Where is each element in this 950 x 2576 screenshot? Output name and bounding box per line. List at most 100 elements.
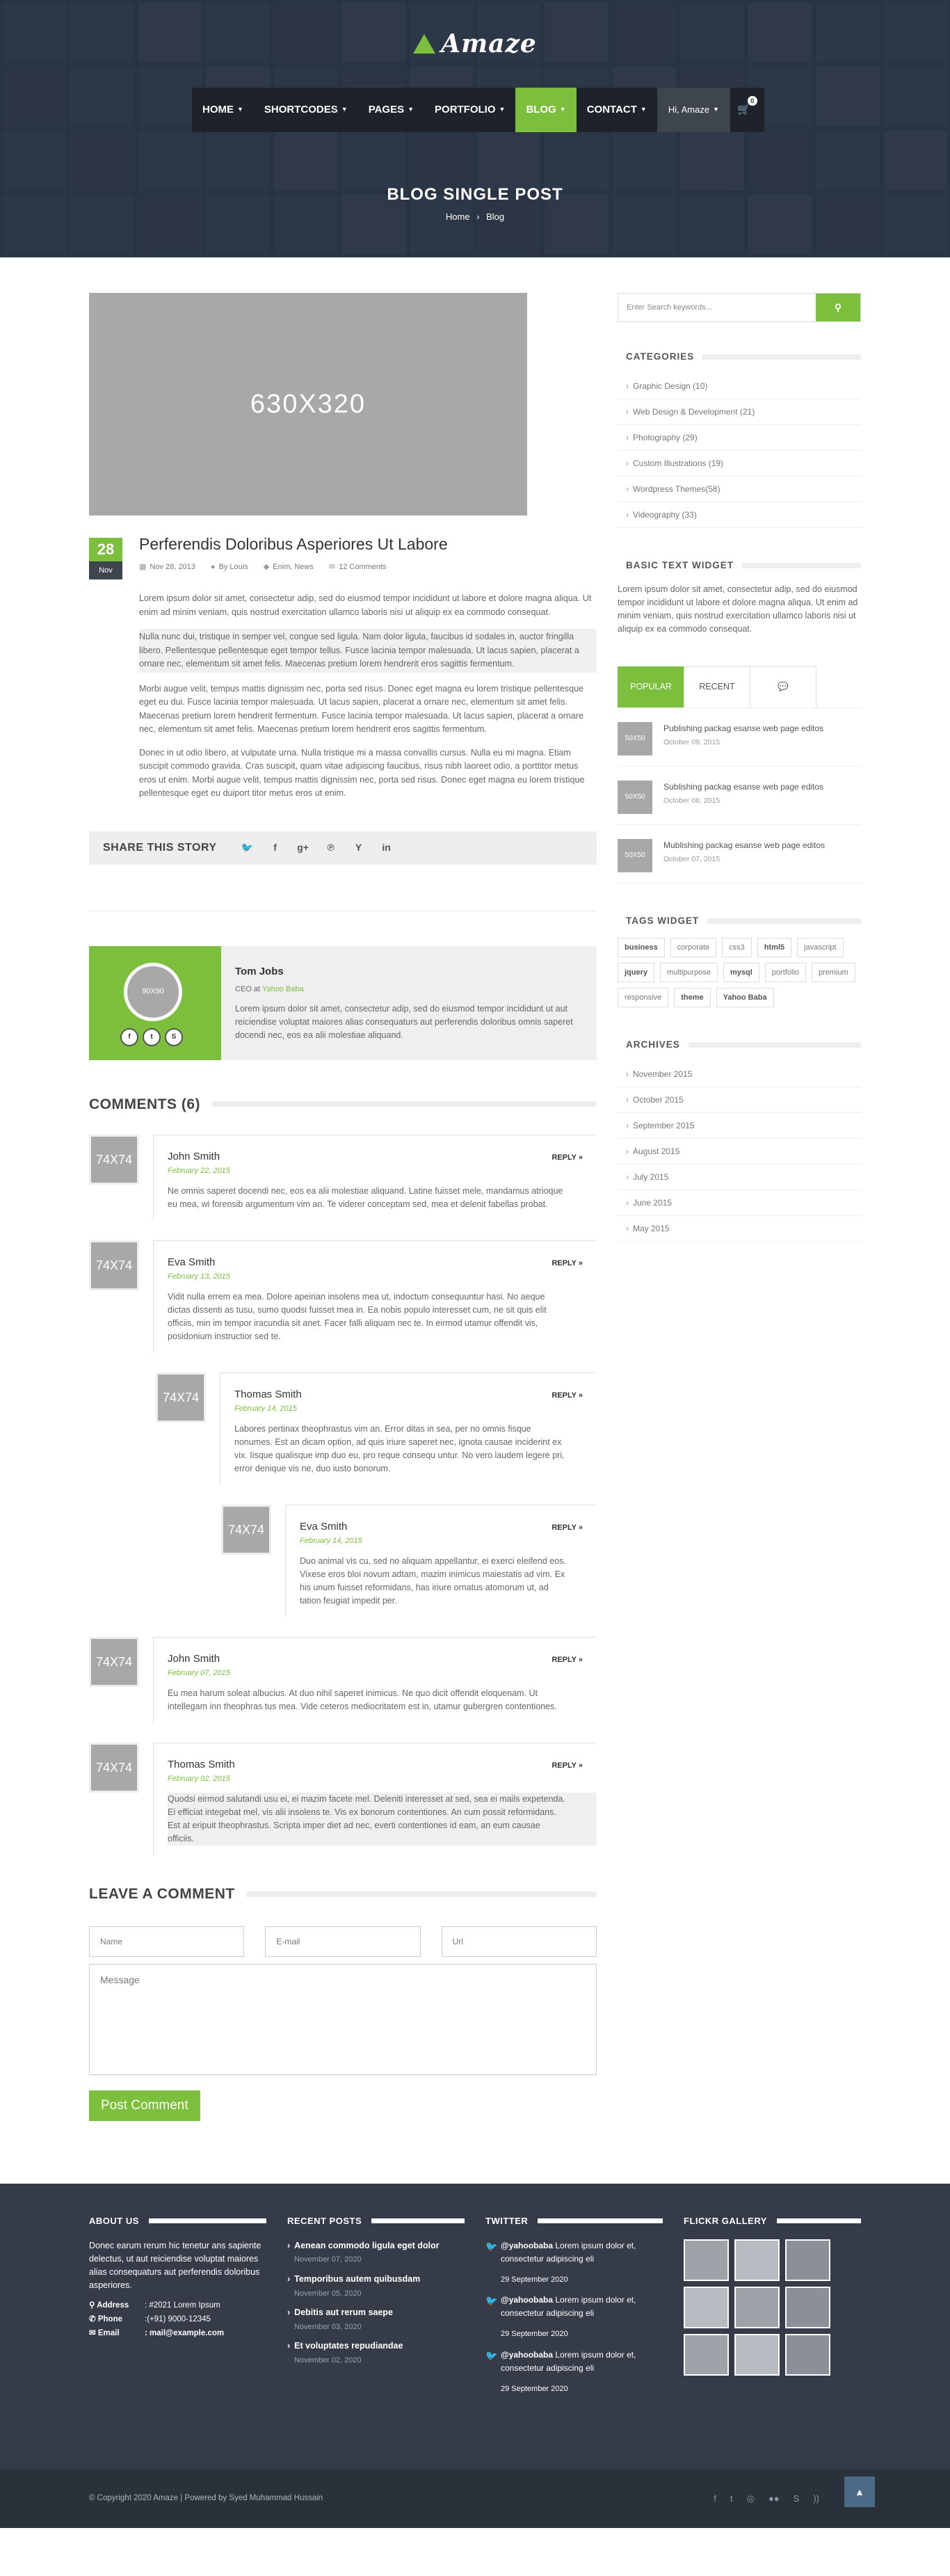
category-item[interactable]: Wordpress Themes(58) (618, 477, 861, 503)
nav-blog[interactable]: BLOG ▼ (515, 88, 577, 132)
url-field[interactable]: Url (441, 1926, 597, 1957)
comment-date: February 07, 2015 (168, 1668, 230, 1677)
gallery-image[interactable] (734, 2239, 780, 2281)
message-field[interactable]: Message (89, 1963, 597, 2075)
tag[interactable]: theme (674, 987, 711, 1007)
tag[interactable]: mysql (723, 962, 759, 982)
search-icon: ⚲ (834, 301, 842, 313)
skype-icon[interactable]: S (794, 2492, 800, 2506)
archive-item[interactable]: August 2015 (618, 1139, 861, 1165)
email-field[interactable]: E-mail (265, 1926, 421, 1957)
twitter-icon[interactable]: t (730, 2492, 733, 2506)
google-plus-icon[interactable]: g+ (289, 831, 317, 865)
post-comment-button[interactable]: Post Comment (89, 2090, 200, 2121)
archive-item[interactable]: November 2015 (618, 1062, 861, 1087)
gallery-image[interactable] (785, 2239, 830, 2281)
nav-home[interactable]: HOME ▼ (192, 88, 254, 132)
tab-recent[interactable]: RECENT (684, 666, 750, 707)
flickr-icon[interactable]: ●● (768, 2492, 780, 2506)
caret-down-icon: ▼ (408, 106, 414, 113)
nav-contact[interactable]: CONTACT ▼ (577, 88, 657, 132)
popular-post-link[interactable]: Publishing packag esanse web page editos (663, 722, 823, 735)
author-company-link[interactable]: Yahoo Baba (262, 985, 304, 993)
archive-item[interactable]: May 2015 (618, 1216, 861, 1242)
gallery-image[interactable] (734, 2333, 780, 2376)
copyright: © Copyright 2020 Amaze | Powered by Syed… (89, 2494, 323, 2503)
category-item[interactable]: Photography (29) (618, 425, 861, 451)
facebook-icon[interactable]: f (714, 2492, 716, 2506)
gallery-image[interactable] (684, 2239, 729, 2281)
gallery-image[interactable] (785, 2286, 830, 2328)
post-date-badge: 28 Nov (89, 538, 122, 579)
name-field[interactable]: Name (89, 1926, 245, 1957)
reply-button[interactable]: REPLY » (552, 1654, 583, 1666)
comment-text: Quodsi eirmod salutandi usu ei, ei mazim… (168, 1793, 597, 1846)
reply-button[interactable]: REPLY » (552, 1390, 583, 1402)
tag[interactable]: css3 (722, 937, 752, 957)
text-widget-title: BASIC TEXT WIDGET (626, 560, 734, 571)
comment-text: Ne omnis saperet docendi nec, eos ea ali… (168, 1186, 563, 1209)
tab-popular[interactable]: POPULAR (618, 666, 684, 707)
reply-button[interactable]: REPLY » (552, 1258, 583, 1270)
archive-item[interactable]: July 2015 (618, 1165, 861, 1190)
facebook-icon[interactable]: f (120, 1027, 138, 1046)
tag[interactable]: javascript (797, 937, 844, 957)
category-item[interactable]: Videography (33) (618, 502, 861, 529)
linkedin-icon[interactable]: in (373, 831, 401, 865)
twitter-icon[interactable]: 🐦 (234, 831, 261, 865)
gallery-image[interactable] (785, 2333, 830, 2376)
twitter-icon[interactable]: t (143, 1027, 161, 1046)
gallery-image[interactable] (684, 2286, 729, 2328)
tag[interactable]: responsive (618, 987, 669, 1007)
archive-item[interactable]: June 2015 (618, 1190, 861, 1216)
comment-avatar: 74X74 (89, 1743, 139, 1793)
gallery-image[interactable] (734, 2286, 780, 2328)
tab-comments[interactable]: 💬 (750, 666, 816, 707)
reply-button[interactable]: REPLY » (552, 1152, 583, 1164)
comment-avatar: 74X74 (89, 1135, 139, 1185)
scroll-top-button[interactable]: ▲ (844, 2477, 875, 2508)
popular-post-link[interactable]: Sublishing packag esanse web page editos (663, 781, 823, 793)
tag[interactable]: jquery (618, 962, 655, 982)
tag[interactable]: corporate (670, 937, 717, 957)
yahoo-icon[interactable]: Y (345, 831, 373, 865)
logo[interactable]: Amaze (0, 25, 950, 63)
popular-post-link[interactable]: Mublishing packag esanse web page editos (663, 839, 825, 851)
dribbble-icon[interactable]: ◎ (747, 2492, 755, 2506)
phone-icon: ✆ (89, 2314, 96, 2323)
facebook-icon[interactable]: f (261, 831, 289, 865)
tag[interactable]: Yahoo Baba (716, 987, 774, 1007)
skype-icon[interactable]: S (165, 1027, 183, 1046)
archive-item[interactable]: October 2015 (618, 1087, 861, 1113)
gallery-image[interactable] (684, 2333, 729, 2376)
tag[interactable]: portfolio (764, 962, 806, 982)
post-paragraph: Lorem ipsum dolor sit amet, consectetur … (139, 593, 592, 617)
category-item[interactable]: Custom Illustrations (19) (618, 451, 861, 477)
tag[interactable]: html5 (757, 937, 792, 957)
user-menu[interactable]: Hi, Amaze ▼ (657, 88, 731, 132)
tag[interactable]: business (618, 937, 665, 957)
nav-shortcodes[interactable]: SHORTCODES ▼ (254, 88, 358, 132)
category-item[interactable]: Graphic Design (10) (618, 374, 861, 400)
tag[interactable]: multipurpose (660, 962, 718, 982)
rss-icon[interactable]: )) (813, 2492, 819, 2506)
footer-post-link[interactable]: Aenean commodo ligula eget dolor (287, 2239, 465, 2253)
nav-pages[interactable]: PAGES ▼ (358, 88, 424, 132)
search-input[interactable]: Enter Search keywords... (618, 294, 816, 321)
comment-avatar: 74X74 (89, 1240, 139, 1290)
search-button[interactable]: ⚲ (816, 294, 860, 321)
footer-post-link[interactable]: Debitis aut rerum saepe (287, 2306, 465, 2319)
breadcrumb-home[interactable]: Home (446, 211, 470, 222)
tag[interactable]: premium (811, 962, 855, 982)
cart-button[interactable]: 🛒 0 (730, 88, 764, 132)
comment-bubble-icon: 💬 (778, 682, 789, 692)
comment-date: February 14, 2015 (234, 1404, 297, 1413)
pinterest-icon[interactable]: ℗ (317, 831, 345, 865)
footer-post-link[interactable]: Et voluptates repudiandae (287, 2339, 465, 2353)
archive-item[interactable]: September 2015 (618, 1113, 861, 1139)
category-item[interactable]: Web Design & Development (21) (618, 399, 861, 426)
reply-button[interactable]: REPLY » (552, 1760, 583, 1772)
reply-button[interactable]: REPLY » (552, 1522, 583, 1534)
nav-portfolio[interactable]: PORTFOLIO ▼ (424, 88, 515, 132)
footer-post-link[interactable]: Temporibus autem quibusdam (287, 2273, 465, 2286)
